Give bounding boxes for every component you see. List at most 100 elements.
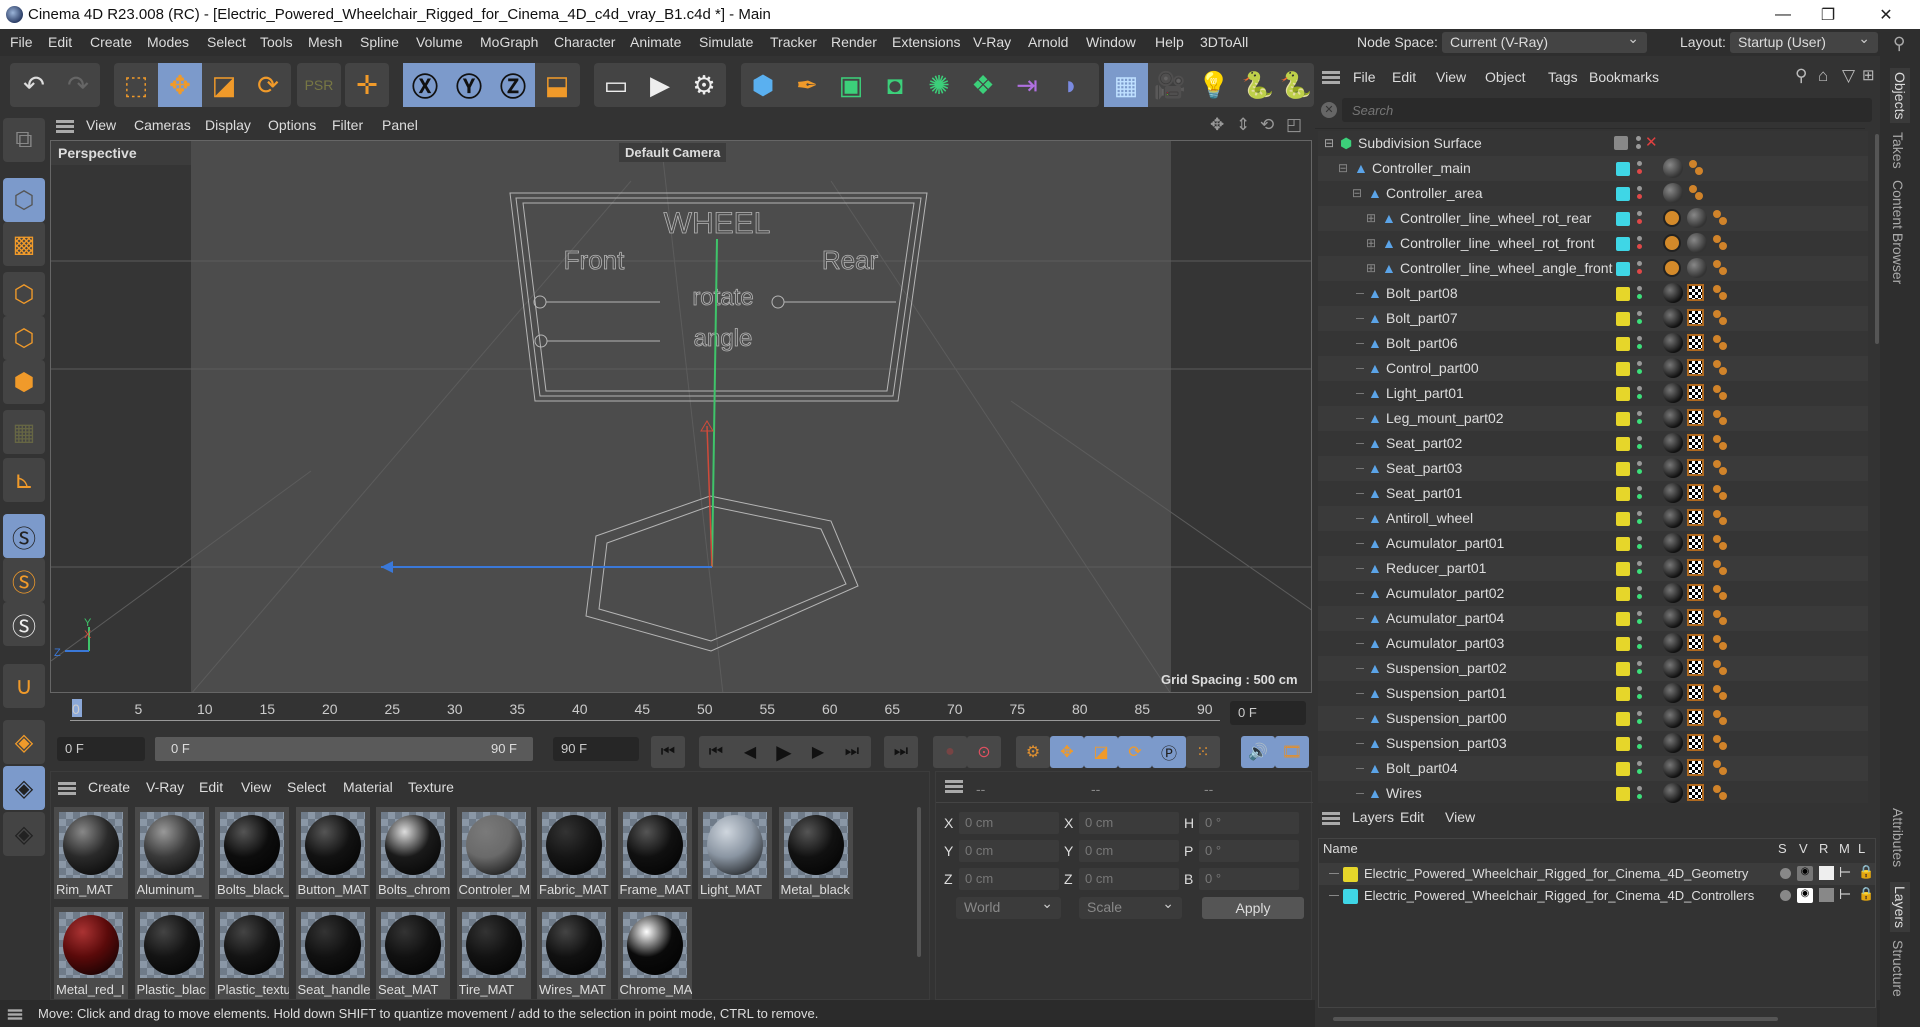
object-menu-edit[interactable]: Edit bbox=[1392, 69, 1416, 85]
rotate-view-icon[interactable]: ⟲ bbox=[1260, 115, 1274, 135]
viewport-menu-display[interactable]: Display bbox=[205, 117, 251, 133]
layer-color-swatch[interactable] bbox=[1616, 337, 1630, 351]
menu-animate[interactable]: Animate bbox=[630, 34, 681, 50]
material-swatch[interactable]: Bolts_black_ bbox=[215, 807, 289, 899]
object-row[interactable]: ⊟ ▲ Controller_main bbox=[1318, 156, 1868, 181]
layer-color-swatch[interactable] bbox=[1616, 662, 1630, 676]
menu-create[interactable]: Create bbox=[90, 34, 132, 50]
uv-mode-icon[interactable]: ▦ bbox=[3, 410, 45, 454]
texture-tag-icon[interactable] bbox=[1687, 559, 1704, 576]
texture-tag-icon[interactable] bbox=[1687, 334, 1704, 351]
texture-tag-icon[interactable] bbox=[1687, 434, 1704, 451]
apply-button[interactable]: Apply bbox=[1202, 897, 1304, 919]
material-scrollbar[interactable] bbox=[917, 807, 921, 957]
menu-select[interactable]: Select bbox=[207, 34, 246, 50]
edge-mode-icon[interactable]: ⬡ bbox=[3, 316, 45, 360]
x-axis-lock-icon[interactable]: Ⓧ bbox=[403, 63, 447, 107]
layer-row[interactable]: Electric_Powered_Wheelchair_Rigged_for_C… bbox=[1319, 885, 1875, 907]
new-window-icon[interactable]: ⊞ bbox=[1862, 66, 1875, 84]
viewport-menu-filter[interactable]: Filter bbox=[332, 117, 363, 133]
timeline-ruler[interactable]: 0 5 10 15 20 25 30 35 40 45 50 55 60 65 70 75 80 85 90 0 F bbox=[50, 693, 1312, 733]
locked-workplane-icon[interactable]: ◈ bbox=[3, 766, 45, 810]
material-swatch[interactable]: Wires_MAT bbox=[537, 907, 611, 999]
current-frame-field[interactable]: 0 F bbox=[1230, 701, 1306, 725]
material-menu-icon[interactable] bbox=[58, 782, 76, 795]
pen-icon[interactable]: ✒ bbox=[785, 63, 829, 107]
viewport-menu-panel[interactable]: Panel bbox=[382, 117, 418, 133]
material-menu-texture[interactable]: Texture bbox=[408, 779, 454, 795]
object-row[interactable]: ▲ Leg_mount_part02 bbox=[1318, 406, 1868, 431]
material-tag-icon[interactable] bbox=[1663, 758, 1683, 778]
coordinate-type-select[interactable]: Scale bbox=[1079, 895, 1182, 919]
axis-icon[interactable]: ⊾ bbox=[3, 458, 45, 502]
go-to-start-button[interactable]: ⏮ bbox=[651, 736, 685, 768]
camera-icon[interactable]: 🎥 bbox=[1148, 63, 1192, 107]
menu-tools[interactable]: Tools bbox=[260, 34, 293, 50]
keyframe-settings-button[interactable]: ⚙ bbox=[1016, 736, 1050, 768]
layer-color-swatch[interactable] bbox=[1616, 512, 1630, 526]
redo-icon[interactable]: ↷ bbox=[56, 63, 100, 107]
order-tag-icon[interactable] bbox=[1711, 209, 1729, 227]
object-menu-view[interactable]: View bbox=[1436, 69, 1466, 85]
maximize-view-icon[interactable]: ◰ bbox=[1286, 115, 1302, 135]
scale-icon[interactable]: ◪ bbox=[202, 63, 246, 107]
move-icon[interactable]: ✥ bbox=[158, 63, 202, 107]
collapse-icon[interactable]: ⊟ bbox=[1352, 186, 1362, 200]
material-menu-vray[interactable]: V-Ray bbox=[146, 779, 184, 795]
object-row[interactable]: ▲ Acumulator_part02 bbox=[1318, 581, 1868, 606]
layer-menu-edit[interactable]: Edit bbox=[1400, 809, 1424, 825]
order-tag-icon[interactable] bbox=[1711, 309, 1729, 327]
coord-value-field[interactable]: 0 cm bbox=[1079, 840, 1179, 862]
layer-color-swatch[interactable] bbox=[1616, 462, 1630, 476]
object-row[interactable]: ▲ Light_part01 bbox=[1318, 381, 1868, 406]
layer-hscrollbar[interactable] bbox=[1333, 1017, 1778, 1021]
object-row[interactable]: ▲ Bolt_part08 bbox=[1318, 281, 1868, 306]
render-toggle-icon[interactable] bbox=[1819, 866, 1834, 880]
object-menu-bookmarks[interactable]: Bookmarks bbox=[1589, 69, 1659, 85]
magnet-icon[interactable]: ∪ bbox=[3, 664, 45, 708]
object-row[interactable]: ⊞ ▲ Controller_line_wheel_angle_front bbox=[1318, 256, 1868, 281]
menu-3dtoall[interactable]: 3DToAll bbox=[1200, 34, 1248, 50]
menu-tracker[interactable]: Tracker bbox=[770, 34, 817, 50]
material-swatch[interactable]: Plastic_blac bbox=[134, 907, 209, 999]
z-axis-lock-icon[interactable]: Ⓩ bbox=[491, 63, 535, 107]
layer-color-swatch[interactable] bbox=[1616, 687, 1630, 701]
y-axis-lock-icon[interactable]: Ⓨ bbox=[447, 63, 491, 107]
coord-value-field[interactable]: 0 cm bbox=[1079, 812, 1179, 834]
layer-color-swatch[interactable] bbox=[1616, 787, 1630, 801]
edit-toggle-icon[interactable] bbox=[1614, 136, 1628, 150]
object-row[interactable]: ▲ Control_part00 bbox=[1318, 356, 1868, 381]
coord-value-field[interactable]: 0 cm bbox=[959, 812, 1059, 834]
tab-content-browser[interactable]: Content Browser bbox=[1890, 180, 1906, 284]
undo-icon[interactable]: ↶ bbox=[12, 63, 56, 107]
material-tag-icon[interactable] bbox=[1663, 483, 1683, 503]
material-swatch[interactable]: Seat_handle bbox=[295, 907, 370, 999]
object-row[interactable]: ▲ Suspension_part03 bbox=[1318, 731, 1868, 756]
layer-color-swatch[interactable] bbox=[1616, 187, 1630, 201]
layer-color-swatch[interactable] bbox=[1616, 412, 1630, 426]
coord-value-field[interactable]: 0 cm bbox=[959, 840, 1059, 862]
sound-button[interactable]: 🔊 bbox=[1241, 736, 1275, 768]
render-settings-icon[interactable]: ⚙ bbox=[682, 63, 726, 107]
material-tag-icon[interactable] bbox=[1663, 158, 1683, 178]
restore-button[interactable]: ❐ bbox=[1805, 0, 1851, 29]
order-tag-icon[interactable] bbox=[1711, 684, 1729, 702]
material-tag-icon[interactable] bbox=[1663, 608, 1683, 628]
menu-extensions[interactable]: Extensions bbox=[892, 34, 960, 50]
texture-tag-icon[interactable] bbox=[1687, 634, 1704, 651]
transform-icon[interactable]: ✛ bbox=[345, 63, 389, 107]
order-tag-icon[interactable] bbox=[1711, 559, 1729, 577]
layer-color-swatch[interactable] bbox=[1616, 737, 1630, 751]
material-tag-icon[interactable] bbox=[1663, 683, 1683, 703]
rotate-icon[interactable]: ⟳ bbox=[246, 63, 290, 107]
key-position-button[interactable]: ✥ bbox=[1050, 736, 1084, 768]
order-tag-icon[interactable] bbox=[1711, 234, 1729, 252]
material-tag-icon[interactable] bbox=[1663, 308, 1683, 328]
make-editable-icon[interactable]: ⧉ bbox=[3, 118, 45, 162]
object-scrollbar[interactable] bbox=[1875, 134, 1879, 344]
material-menu-select[interactable]: Select bbox=[287, 779, 326, 795]
visibility-toggle-icon[interactable]: ◉ bbox=[1797, 888, 1813, 903]
texture-tag-icon[interactable] bbox=[1687, 684, 1704, 701]
material-tag-icon[interactable] bbox=[1687, 233, 1707, 253]
clear-search-icon[interactable]: ✕ bbox=[1321, 102, 1337, 118]
